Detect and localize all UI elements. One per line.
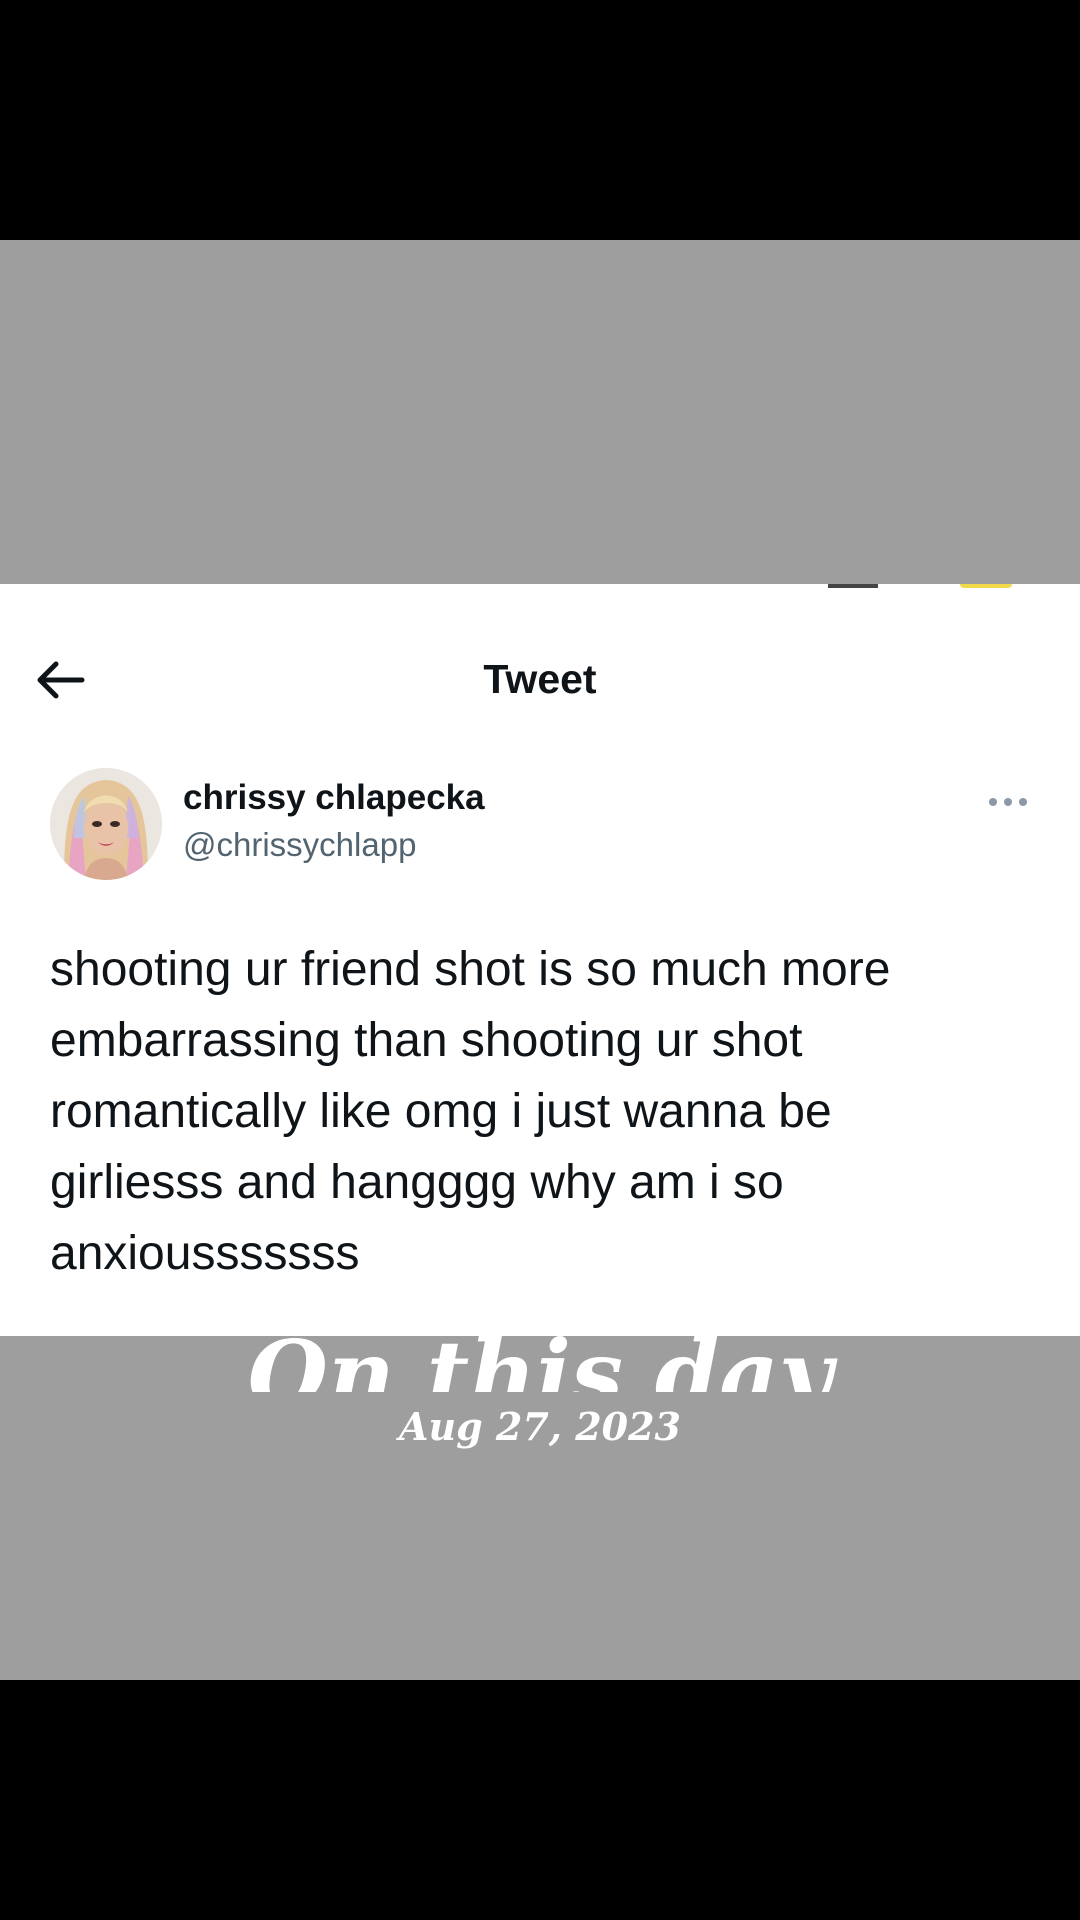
page-title: Tweet <box>483 656 597 702</box>
more-options-button[interactable] <box>985 792 1031 812</box>
on-this-day-title: On this day <box>247 1320 833 1392</box>
top-gray-band <box>0 240 1080 584</box>
story-stage: Tweet chrissy chlapecka @chrissychlapp s… <box>0 0 1080 1920</box>
tweet-body-text: shooting ur friend shot is so much more … <box>50 943 891 1280</box>
on-this-day-title-clip: On this day <box>0 1296 1080 1392</box>
profile-photo-icon <box>50 768 162 880</box>
memory-date: Aug 27, 2023 <box>398 1404 681 1449</box>
author-display-name[interactable]: chrissy chlapecka <box>183 778 485 818</box>
avatar[interactable] <box>50 768 162 880</box>
tweet-screenshot-card: Tweet chrissy chlapecka @chrissychlapp s… <box>0 584 1080 1336</box>
battery-remnant <box>960 584 1012 588</box>
status-bar-remnant <box>828 584 878 588</box>
author-handle[interactable]: @chrissychlapp <box>183 826 416 864</box>
more-horizontal-icon <box>989 798 1027 806</box>
